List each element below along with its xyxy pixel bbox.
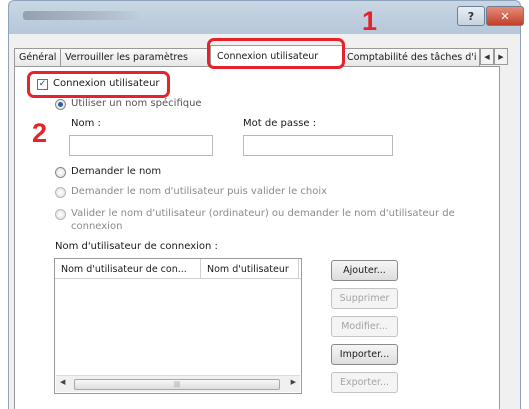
tab-scroll-left-icon[interactable]: ◀	[480, 48, 494, 65]
close-button[interactable]: ✕	[486, 6, 524, 26]
window-titlebar: ? ✕	[8, 0, 524, 34]
radio-validate-or-ask-label-line2: connexion	[71, 221, 123, 232]
column-login-user-name[interactable]: Nom d'utilisateur de con...	[55, 259, 201, 279]
radio-ask-name-label: Demander le nom	[71, 166, 162, 177]
login-list-label: Nom d'utilisateur de connexion :	[55, 241, 218, 252]
tab-highlight-box	[207, 38, 345, 69]
column-user-name[interactable]: Nom d'utilisateur	[201, 259, 299, 279]
radio-specific-name[interactable]	[55, 99, 66, 110]
radio-validate-or-ask	[55, 209, 66, 220]
radio-ask-name-validate-label: Demander le nom d'utilisateur puis valid…	[71, 186, 328, 197]
step-1-callout: 1	[362, 6, 378, 36]
import-button[interactable]: Importer...	[331, 344, 398, 365]
password-label: Mot de passe :	[243, 118, 317, 129]
step-2-callout: 2	[32, 118, 48, 148]
name-field[interactable]	[69, 135, 213, 156]
tab-general[interactable]: Général	[14, 48, 61, 66]
modify-button: Modifier...	[331, 316, 398, 337]
window-title-obscured	[23, 11, 143, 20]
scroll-left-arrow-icon[interactable]: ◀	[60, 378, 65, 386]
radio-ask-name[interactable]	[55, 167, 66, 178]
help-button[interactable]: ?	[457, 6, 485, 26]
radio-specific-name-label: Utiliser un nom spécifique	[71, 98, 202, 109]
radio-validate-or-ask-label-line1: Valider le nom d'utilisateur (ordinateur…	[71, 208, 455, 219]
name-label: Nom :	[71, 118, 101, 129]
password-field[interactable]	[243, 135, 393, 156]
tab-job-accounting[interactable]: Comptabilité des tâches d'i	[342, 48, 480, 66]
list-header: Nom d'utilisateur de con... Nom d'utilis…	[55, 259, 301, 279]
export-button: Exporter...	[331, 372, 398, 393]
scroll-thumb[interactable]: |||	[74, 379, 280, 390]
login-user-list[interactable]: Nom d'utilisateur de con... Nom d'utilis…	[54, 258, 302, 394]
scroll-right-arrow-icon[interactable]: ▶	[291, 378, 296, 386]
delete-button: Supprimer	[331, 288, 398, 309]
tab-scroll-arrows: ◀ ▶	[480, 48, 508, 65]
tab-lock-settings[interactable]: Verrouiller les paramètres	[60, 48, 210, 66]
tab-scroll-right-icon[interactable]: ▶	[494, 48, 508, 65]
list-horizontal-scrollbar[interactable]: ◀ ||| ▶	[56, 375, 300, 392]
radio-ask-name-validate	[55, 187, 66, 198]
checkbox-highlight-box	[27, 71, 170, 98]
add-button[interactable]: Ajouter...	[331, 260, 398, 281]
